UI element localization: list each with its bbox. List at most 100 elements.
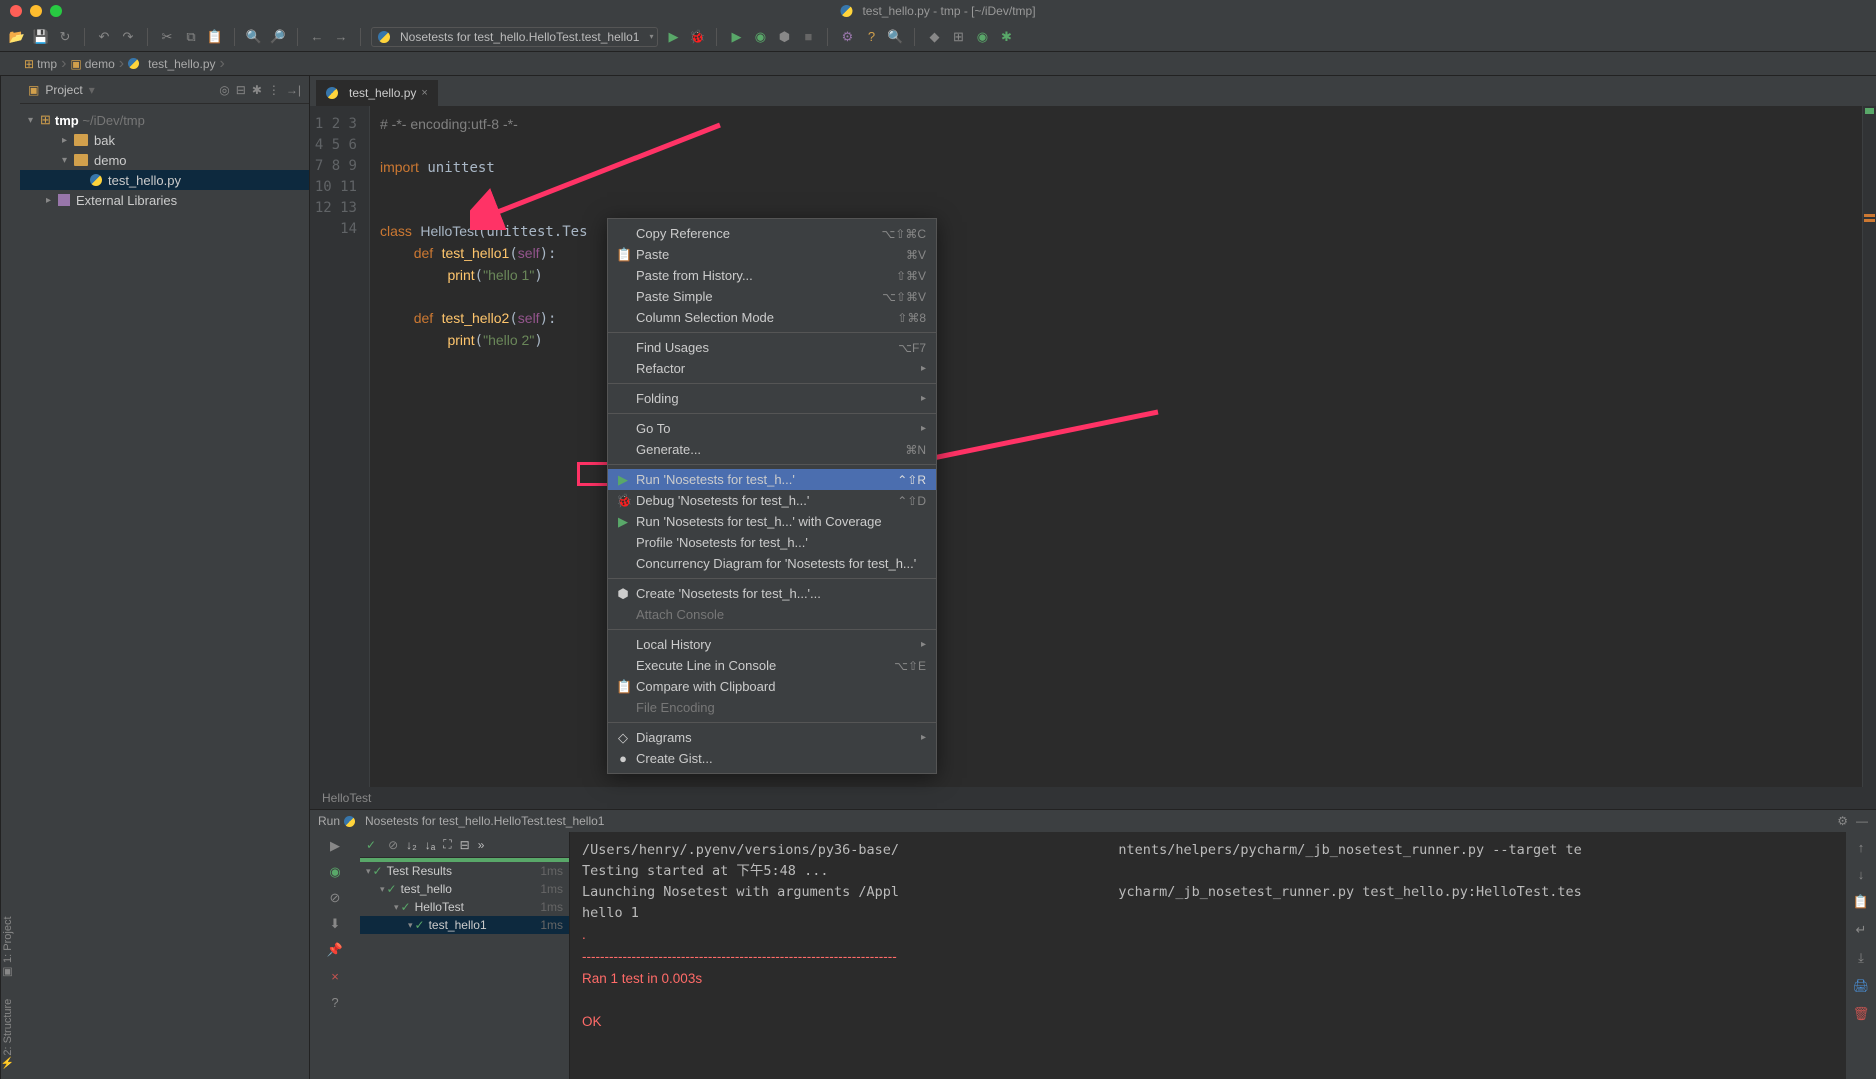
- target-icon[interactable]: ◎: [219, 83, 229, 97]
- scroll-icon[interactable]: ⤓: [1858, 950, 1864, 966]
- context-menu-item[interactable]: Execute Line in Console⌥⇧E: [608, 655, 936, 676]
- help-icon[interactable]: ?: [327, 994, 343, 1010]
- up-icon[interactable]: ↑: [1858, 840, 1865, 855]
- test-row[interactable]: ▾✓Test Results1ms: [360, 862, 569, 880]
- structure-icon[interactable]: ◉: [973, 28, 991, 46]
- more-icon[interactable]: ⋮: [268, 83, 280, 97]
- redo-icon[interactable]: ↷: [119, 28, 137, 46]
- code-content[interactable]: # -*- encoding:utf-8 -*- import unittest…: [370, 106, 1862, 787]
- collapse-icon[interactable]: ⊟: [460, 838, 470, 852]
- forward-icon[interactable]: →: [332, 28, 350, 46]
- crumb-folder[interactable]: ▣ demo: [66, 57, 118, 71]
- test-row[interactable]: ▾✓HelloTest1ms: [360, 898, 569, 916]
- context-menu-item[interactable]: Local History▸: [608, 634, 936, 655]
- context-menu-item[interactable]: Paste from History...⇧⌘V: [608, 265, 936, 286]
- paste-icon[interactable]: 📋: [206, 28, 224, 46]
- find-icon[interactable]: 🔍: [245, 28, 263, 46]
- diff-icon[interactable]: ⊞: [949, 28, 967, 46]
- tree-item[interactable]: ▾demo: [20, 150, 309, 170]
- copy-icon[interactable]: ⧉: [182, 28, 200, 46]
- context-menu-item[interactable]: Concurrency Diagram for 'Nosetests for t…: [608, 553, 936, 574]
- run-icon[interactable]: ▶: [664, 28, 682, 46]
- save-icon[interactable]: 💾: [32, 28, 50, 46]
- structure-tab[interactable]: ⚡2: Structure: [1, 999, 20, 1069]
- context-menu-item[interactable]: Paste Simple⌥⇧⌘V: [608, 286, 936, 307]
- collapse-icon[interactable]: ⊟: [236, 83, 246, 97]
- undo-icon[interactable]: ↶: [95, 28, 113, 46]
- context-menu-item[interactable]: Copy Reference⌥⇧⌘C: [608, 223, 936, 244]
- context-menu-item[interactable]: Go To▸: [608, 418, 936, 439]
- left-tool-tabs[interactable]: ⚡2: Structure ▣ 1: Project: [0, 76, 20, 1079]
- coverage-icon[interactable]: ◉: [751, 28, 769, 46]
- wrap-icon[interactable]: ↵: [1856, 922, 1867, 938]
- project-tab[interactable]: ▣ 1: Project: [1, 916, 20, 979]
- error-stripe[interactable]: [1862, 106, 1876, 787]
- run-icon-2[interactable]: ▶: [727, 28, 745, 46]
- pin-icon[interactable]: 📌: [327, 942, 343, 958]
- project-tree[interactable]: ▾⊞ tmp ~/iDev/tmp ▸bak▾demotest_hello.py…: [20, 104, 309, 216]
- context-menu-item[interactable]: 📋Paste⌘V: [608, 244, 936, 265]
- crumb-file[interactable]: test_hello.py: [124, 57, 219, 71]
- more-icon[interactable]: »: [478, 838, 485, 852]
- tree-root[interactable]: ▾⊞ tmp ~/iDev/tmp: [20, 110, 309, 130]
- tree-item[interactable]: ▸External Libraries: [20, 190, 309, 210]
- editor-tab[interactable]: test_hello.py ×: [316, 80, 438, 106]
- close-icon[interactable]: ×: [327, 968, 343, 984]
- minimize-window-button[interactable]: [30, 5, 42, 17]
- context-menu-item[interactable]: Generate...⌘N: [608, 439, 936, 460]
- close-window-button[interactable]: [10, 5, 22, 17]
- sync-icon[interactable]: ↻: [56, 28, 74, 46]
- minimize-icon[interactable]: —: [1856, 814, 1868, 828]
- context-menu-item[interactable]: ▶Run 'Nosetests for test_h...'⌃⇧R: [608, 469, 936, 490]
- context-menu-item[interactable]: Folding▸: [608, 388, 936, 409]
- test-row[interactable]: ▾✓test_hello11ms: [360, 916, 569, 934]
- stop-icon[interactable]: ⊘: [327, 890, 343, 906]
- replace-icon[interactable]: 🔎: [269, 28, 287, 46]
- plugin-icon[interactable]: ✱: [997, 28, 1015, 46]
- toggle-icon[interactable]: ◉: [327, 864, 343, 880]
- context-menu-item[interactable]: 📋Compare with Clipboard: [608, 676, 936, 697]
- dump-icon[interactable]: ⬇: [327, 916, 343, 932]
- sort-icon[interactable]: ↓₂: [406, 838, 417, 852]
- context-menu-item[interactable]: 🐞Debug 'Nosetests for test_h...'⌃⇧D: [608, 490, 936, 511]
- test-row[interactable]: ▾✓test_hello1ms: [360, 880, 569, 898]
- back-icon[interactable]: ←: [308, 28, 326, 46]
- context-menu-item[interactable]: ◇Diagrams▸: [608, 727, 936, 748]
- gear-icon[interactable]: ⚙: [1837, 814, 1848, 828]
- tree-item[interactable]: ▸bak: [20, 130, 309, 150]
- expand-icon[interactable]: ⛶: [443, 837, 451, 852]
- crumb-root[interactable]: ⊞ tmp: [20, 57, 61, 71]
- context-menu-item[interactable]: ●Create Gist...: [608, 748, 936, 769]
- settings-icon[interactable]: ✱: [252, 83, 262, 97]
- editor[interactable]: 1 2 3 4 5 6 7 8 9 10 11 12 13 14 # -*- e…: [310, 106, 1876, 787]
- test-results-tree[interactable]: ✓ ⊘ ↓₂ ↓ₐ ⛶ ⊟ » ▾✓Test Results1ms▾✓test_…: [360, 832, 570, 1079]
- help-icon[interactable]: ?: [862, 28, 880, 46]
- passed-filter-icon[interactable]: ✓: [366, 838, 376, 852]
- close-tab-icon[interactable]: ×: [421, 87, 427, 99]
- down-icon[interactable]: ↓: [1858, 867, 1865, 882]
- context-menu-item[interactable]: ▶Run 'Nosetests for test_h...' with Cove…: [608, 511, 936, 532]
- console-output[interactable]: /Users/henry/.pyenv/versions/py36-base/ …: [570, 832, 1846, 1079]
- search-everywhere-icon[interactable]: 🔍: [886, 28, 904, 46]
- context-menu[interactable]: Copy Reference⌥⇧⌘C📋Paste⌘VPaste from His…: [607, 218, 937, 774]
- hide-icon[interactable]: →|: [286, 83, 301, 97]
- github-icon[interactable]: ◆: [925, 28, 943, 46]
- stop-icon[interactable]: ■: [799, 28, 817, 46]
- ignored-filter-icon[interactable]: ⊘: [388, 838, 398, 852]
- rerun-icon[interactable]: ▶: [327, 838, 343, 854]
- open-icon[interactable]: 📂: [8, 28, 26, 46]
- print-icon[interactable]: 🖨: [1853, 978, 1870, 994]
- context-menu-item[interactable]: ⬢Create 'Nosetests for test_h...'...: [608, 583, 936, 604]
- cut-icon[interactable]: ✂: [158, 28, 176, 46]
- context-menu-item[interactable]: Column Selection Mode⇧⌘8: [608, 307, 936, 328]
- context-menu-item[interactable]: Find Usages⌥F7: [608, 337, 936, 358]
- settings-icon[interactable]: ⚙: [838, 28, 856, 46]
- clear-icon[interactable]: 🗑: [1853, 1006, 1870, 1022]
- export-icon[interactable]: 📋: [1853, 894, 1869, 910]
- context-menu-item[interactable]: Profile 'Nosetests for test_h...': [608, 532, 936, 553]
- sort-alpha-icon[interactable]: ↓ₐ: [425, 838, 435, 852]
- zoom-window-button[interactable]: [50, 5, 62, 17]
- tree-item[interactable]: test_hello.py: [20, 170, 309, 190]
- profile-icon[interactable]: ⬢: [775, 28, 793, 46]
- debug-icon[interactable]: 🐞: [688, 28, 706, 46]
